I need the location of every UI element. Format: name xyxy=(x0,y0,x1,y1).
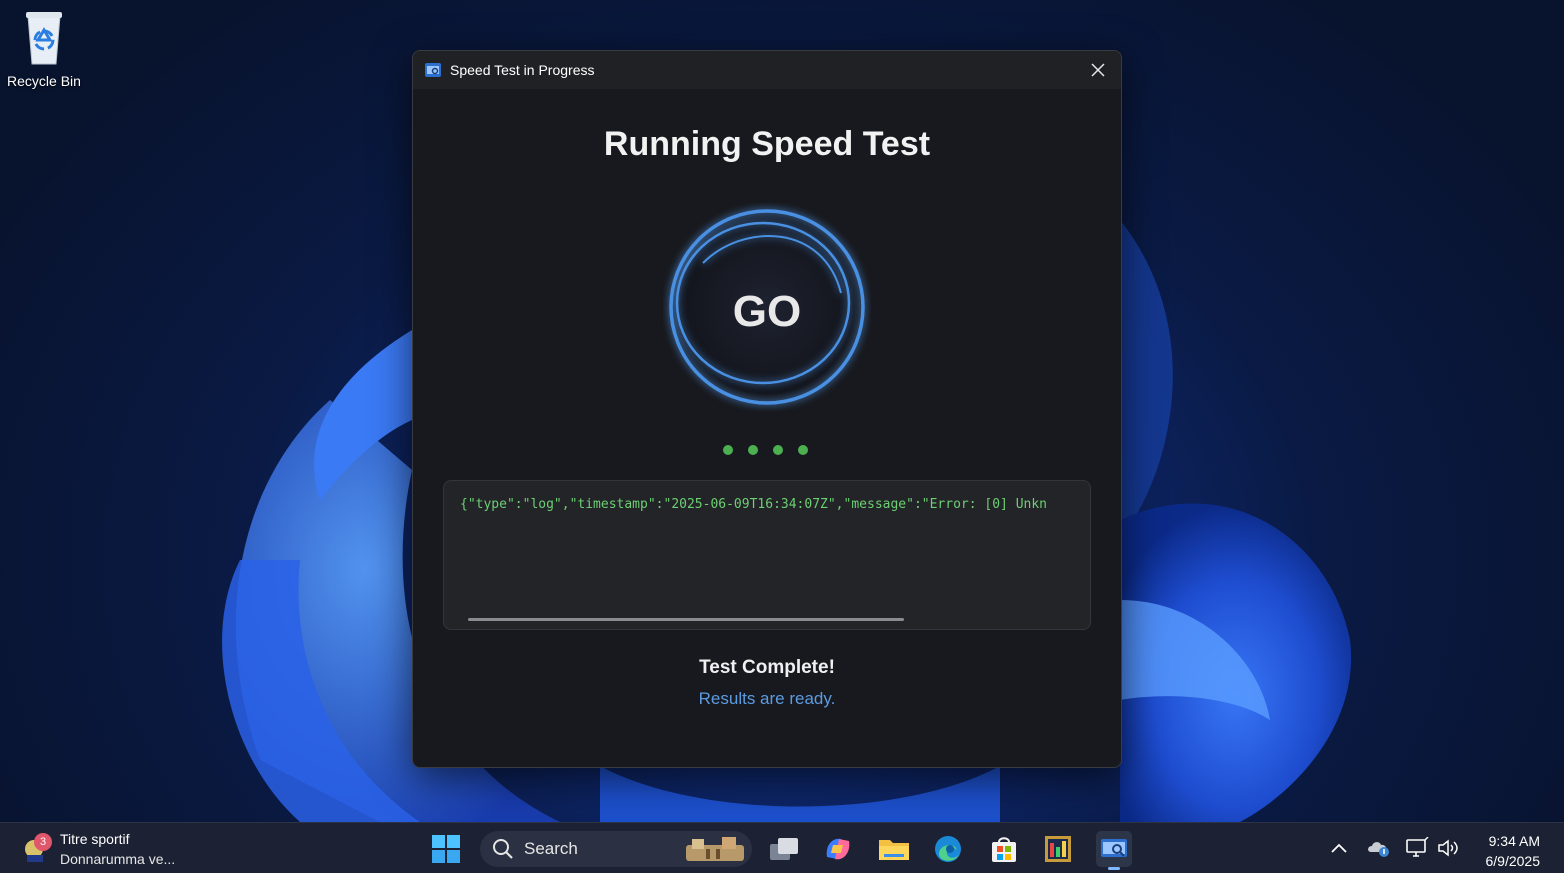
status-subtitle: Results are ready. xyxy=(698,689,836,708)
network-icon xyxy=(1406,837,1429,857)
close-icon xyxy=(1091,63,1105,77)
recycle-bin-icon xyxy=(26,12,62,65)
clock[interactable]: 9:34 AM 6/9/2025 xyxy=(1486,831,1541,871)
news-widget[interactable]: 3 Titre sportif Donnarumma ve... xyxy=(24,829,175,869)
close-button[interactable] xyxy=(1075,51,1121,89)
onedrive-tray-button[interactable] xyxy=(1366,835,1392,861)
widget-title: Titre sportif xyxy=(60,831,130,847)
store-icon xyxy=(992,837,1016,862)
onedrive-icon xyxy=(1368,842,1389,857)
clock-date: 6/9/2025 xyxy=(1485,853,1541,869)
progress-dot xyxy=(723,445,733,455)
show-hidden-icons-button[interactable] xyxy=(1326,835,1352,861)
notification-badge: 3 xyxy=(34,833,52,851)
volume-icon xyxy=(1438,839,1458,857)
copilot-icon xyxy=(826,838,850,860)
edge-icon xyxy=(935,836,961,862)
search-icon xyxy=(493,839,513,859)
clock-time: 9:34 AM xyxy=(1488,833,1540,849)
copilot-button[interactable] xyxy=(820,831,856,867)
progress-dot xyxy=(748,445,758,455)
start-button[interactable] xyxy=(428,831,464,867)
file-explorer-icon xyxy=(879,840,909,860)
go-button-label: GO xyxy=(732,287,802,336)
store-button[interactable] xyxy=(986,831,1022,867)
app-icon xyxy=(1045,836,1071,862)
speedtest-app-icon xyxy=(425,63,441,77)
network-tray-button[interactable] xyxy=(1404,835,1430,861)
app-button[interactable] xyxy=(1040,831,1076,867)
progress-dots xyxy=(723,445,808,455)
start-icon xyxy=(432,835,460,863)
progress-dot xyxy=(798,445,808,455)
progress-dot xyxy=(773,445,783,455)
edge-button[interactable] xyxy=(930,831,966,867)
speedtest-app-icon xyxy=(1101,839,1127,857)
log-text: {"type":"log","timestamp":"2025-06-09T16… xyxy=(460,497,1047,512)
dialog-title: Speed Test in Progress xyxy=(450,62,595,78)
horizontal-scrollbar[interactable] xyxy=(468,618,904,621)
task-view-button[interactable] xyxy=(766,831,802,867)
desktop-icon-label: Recycle Bin xyxy=(7,73,81,89)
speedtest-taskbar-button[interactable] xyxy=(1096,831,1132,870)
task-view-icon xyxy=(770,838,798,860)
search-box[interactable]: Search xyxy=(480,831,752,867)
file-explorer-button[interactable] xyxy=(876,831,912,867)
chevron-up-icon xyxy=(1331,843,1347,853)
desktop-icon-recycle-bin[interactable]: Recycle Bin xyxy=(4,8,84,89)
search-placeholder: Search xyxy=(524,839,578,858)
search-highlight-icon xyxy=(686,837,744,861)
log-output-panel[interactable]: {"type":"log","timestamp":"2025-06-09T16… xyxy=(443,480,1091,630)
dialog-titlebar[interactable]: Speed Test in Progress xyxy=(413,51,1121,89)
go-button[interactable]: GO xyxy=(663,203,871,411)
widget-subtitle: Donnarumma ve... xyxy=(60,851,176,867)
speed-test-dialog: Speed Test in Progress Running Speed Tes… xyxy=(412,50,1122,768)
volume-tray-button[interactable] xyxy=(1436,835,1462,861)
taskbar: 3 Titre sportif Donnarumma ve... Search xyxy=(0,822,1564,873)
widget-icon: 3 xyxy=(24,833,52,863)
page-title: Running Speed Test xyxy=(603,125,931,163)
status-title: Test Complete! xyxy=(699,657,835,678)
